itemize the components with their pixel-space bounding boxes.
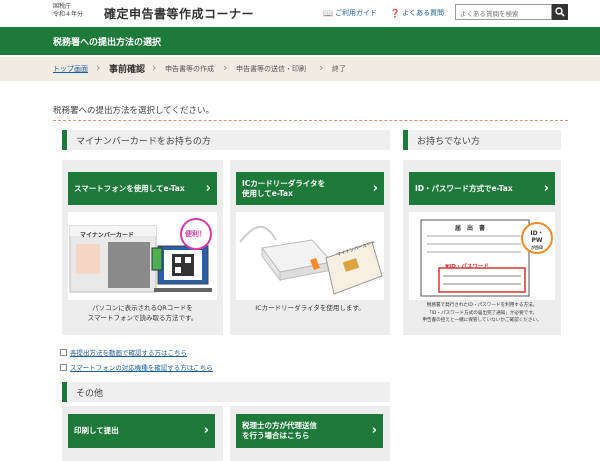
faq-link[interactable]: ❓ よくある質問 — [390, 8, 444, 18]
section-title: お持ちでない方 — [417, 137, 481, 147]
smartphone-etax-button[interactable]: スマートフォンを使用してe-Tax › — [68, 172, 217, 205]
faq-label: よくある質問 — [401, 9, 444, 17]
search-icon — [555, 7, 565, 17]
desc-line2: 「ID・パスワード方式の届出完了通知」が必要です。 — [426, 310, 538, 316]
desc-line1: 税務署で発行されたID・パスワードを利用する方法。 — [426, 303, 538, 308]
card-ic-reader: ICカードリーダライタを 使用してe-Tax › マイナンバーカード ICカード… — [230, 160, 390, 335]
breadcrumb-top-link[interactable]: トップ画面 — [53, 64, 88, 74]
card-tax-accountant: 税理士の方が代理送信 を行う場合はこちら › — [230, 406, 390, 461]
idpw-badge-line2: が目印 — [531, 245, 543, 250]
card-label: マイナンバーカード — [80, 232, 134, 239]
button-label: ICカードリーダライタを 使用してe-Tax — [242, 179, 325, 199]
card-description: 税務署で発行されたID・パスワードを利用する方法。 「ID・パスワード方式の届出… — [407, 302, 557, 325]
divider — [53, 120, 568, 121]
intro-text: 税務署への提出方法を選択してください。 — [53, 106, 214, 116]
chevron-right-icon: › — [205, 180, 211, 196]
breadcrumb-step-end: 終了 — [332, 65, 346, 73]
button-label: スマートフォンを使用してe-Tax — [74, 183, 185, 193]
chevron-right-icon: › — [371, 423, 377, 438]
guide-link[interactable]: 📖 ご利用ガイド — [323, 8, 377, 18]
document-title: 届 出 書 — [455, 225, 486, 232]
site-title[interactable]: 確定申告書等作成コーナー — [104, 5, 254, 22]
site-header: 国税庁 令和４年分 確定申告書等作成コーナー 📖 ご利用ガイド ❓ よくある質問… — [0, 0, 600, 27]
chevron-right-icon: › — [203, 423, 209, 438]
search-button[interactable] — [552, 4, 568, 20]
chevron-right-icon: › — [152, 61, 157, 74]
section-other: その他 — [62, 382, 390, 402]
button-label-line2: 使用してe-Tax — [242, 188, 293, 198]
video-guide-link[interactable]: 各提出方法を動画で確認する方はこちら — [60, 347, 187, 357]
button-label-line1: 税理士の方が代理送信 — [242, 421, 317, 430]
breadcrumb-step-send: 申告書等の送信・印刷 — [236, 65, 306, 73]
era-label: 国税庁 令和４年分 — [53, 3, 83, 19]
agency-name: 国税庁 — [53, 3, 72, 10]
search-input[interactable]: よくある質問を検索 — [455, 4, 552, 20]
id-password-etax-button[interactable]: ID・パスワード方式でe-Tax › — [409, 172, 555, 205]
chevron-right-icon: › — [96, 61, 101, 74]
id-password-illustration: 届 出 書 ▼ID・パスワード ID・PW が目印 — [409, 212, 555, 300]
idpw-badge-line1: ID・PW — [530, 230, 544, 244]
smartphone-illustration: マイナンバーカード 便利！ — [68, 212, 217, 300]
section-title: その他 — [76, 389, 104, 399]
tax-accountant-proxy-button[interactable]: 税理士の方が代理送信 を行う場合はこちら › — [236, 414, 383, 448]
card-description: パソコンに表示されるQRコードを スマートフォンで読み取る方法です。 — [87, 304, 198, 322]
chevron-right-icon: › — [319, 61, 324, 74]
card-print: 印刷して提出 › — [62, 406, 223, 461]
button-label: ID・パスワード方式でe-Tax — [415, 183, 513, 193]
idpw-badge: ID・PW が目印 — [525, 230, 549, 251]
page-title: 税務署への提出方法の選択 — [53, 38, 162, 48]
link-label: 各提出方法を動画で確認する方はこちら — [70, 349, 187, 357]
external-link-icon — [60, 348, 67, 356]
smartphone-models-link[interactable]: スマートフォンの対応機種を確認する方はこちら — [60, 362, 213, 372]
ic-reader-etax-button[interactable]: ICカードリーダライタを 使用してe-Tax › — [236, 172, 384, 205]
guide-label: ご利用ガイド — [334, 9, 377, 17]
link-label: スマートフォンの対応機種を確認する方はこちら — [70, 364, 213, 372]
button-label-line2: を行う場合はこちら — [242, 431, 310, 440]
question-icon: ❓ — [390, 8, 400, 18]
ic-reader-illustration: マイナンバーカード — [236, 212, 384, 300]
breadcrumb-step-create: 申告書等の作成 — [165, 65, 214, 73]
tax-year: 令和４年分 — [53, 11, 84, 18]
section-title: マイナンバーカードをお持ちの方 — [76, 137, 211, 147]
card-smartphone: スマートフォンを使用してe-Tax › マイナンバーカード 便利！ パソコンに表… — [62, 160, 223, 335]
breadcrumb: トップ画面 › 事前確認 › 申告書等の作成 › 申告書等の送信・印刷 › 終了 — [0, 57, 600, 81]
card-description: ICカードリーダライタを使用します。 — [255, 304, 365, 312]
chevron-right-icon: › — [223, 61, 228, 74]
idpw-label: ▼ID・パスワード — [445, 264, 489, 270]
chevron-right-icon: › — [372, 180, 378, 196]
button-label: 税理士の方が代理送信 を行う場合はこちら — [242, 421, 317, 441]
qr-phone-image — [69, 218, 212, 293]
print-submit-button[interactable]: 印刷して提出 › — [68, 414, 215, 448]
button-label-line1: ICカードリーダライタを — [242, 178, 325, 188]
convenient-badge: 便利！ — [185, 230, 206, 238]
book-icon: 📖 — [323, 8, 333, 18]
desc-line3: 申告書の控えと一緒に保管していないかご確認ください。 — [422, 318, 542, 323]
section-no-card: お持ちでない方 — [403, 130, 561, 150]
chevron-right-icon: › — [543, 180, 549, 196]
external-link-icon — [60, 363, 67, 371]
section-mynumber: マイナンバーカードをお持ちの方 — [62, 130, 390, 150]
breadcrumb-current: 事前確認 — [109, 65, 146, 75]
card-reader-image — [239, 225, 383, 295]
page-title-bar: 税務署への提出方法の選択 — [0, 27, 600, 55]
button-label: 印刷して提出 — [74, 426, 119, 435]
card-id-password: ID・パスワード方式でe-Tax › 届 出 書 ▼ID・パスワード ID・PW… — [403, 160, 561, 335]
